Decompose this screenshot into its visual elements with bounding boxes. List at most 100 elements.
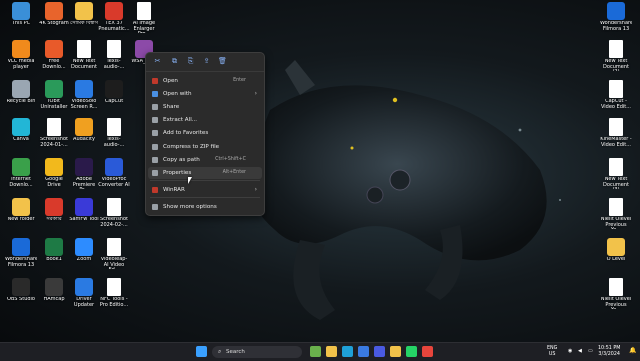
notification-icon[interactable]: 🔔 — [629, 348, 636, 354]
desktop-icon[interactable]: সরকারি — [38, 198, 70, 223]
zoom-icon — [75, 238, 93, 256]
whatsapp-icon[interactable] — [406, 346, 417, 357]
desktop-icon[interactable]: IObit Uninstaller — [38, 80, 70, 110]
desktop-icon[interactable]: VideoSolo Screen R... — [68, 80, 100, 110]
desktop-icon[interactable]: Google Drive — [38, 158, 70, 188]
desktop-icon[interactable]: CapCut - Video Edit... — [600, 80, 632, 110]
desktop-icon[interactable]: SamFw Tool — [68, 198, 100, 223]
menu-item-extract-all[interactable]: Extract All... — [148, 114, 262, 126]
desktop-icon[interactable]: সৌমিক বিশ্বাস — [68, 2, 100, 27]
menu-item-add-to-favorites[interactable]: Add to Favorites — [148, 127, 262, 139]
menu-item-label: Show more options — [163, 204, 217, 210]
menu-item-share[interactable]: Share — [148, 101, 262, 113]
document-icon — [107, 118, 121, 136]
desktop-icon[interactable]: CapCut — [98, 80, 130, 105]
desktop-icon[interactable]: AI Image Enlarger Pro... — [128, 2, 160, 33]
share-icon[interactable]: ⇪ — [202, 57, 211, 66]
menu-item-properties[interactable]: Properties Alt+Enter — [148, 167, 262, 179]
desktop-icon[interactable]: O Level — [600, 238, 632, 263]
desktop-icon[interactable]: New Text Document (3) — [600, 158, 632, 189]
desktop-icon[interactable]: Canva — [5, 118, 37, 143]
widgets-icon[interactable] — [310, 346, 321, 357]
desktop-icon[interactable]: Driver Updater — [68, 278, 100, 308]
file-explorer-icon[interactable] — [326, 346, 337, 357]
desktop-icon[interactable]: VideoProc Converter AI — [98, 158, 130, 188]
menu-item-shortcut: Ctrl+Shift+C — [215, 157, 246, 162]
desktop-icon[interactable]: lexis-audio-... — [98, 40, 130, 70]
document-icon — [609, 158, 623, 176]
menu-item-winrar[interactable]: WinRAR › — [148, 184, 262, 196]
volume-icon[interactable]: ◀ — [578, 348, 582, 355]
battery-icon[interactable]: ▭ — [588, 348, 593, 355]
desktop-icon[interactable]: Internet Downlo... — [5, 158, 37, 188]
clock-time: 10:51 PM — [598, 346, 621, 351]
search-box[interactable]: ⌕ Search — [212, 346, 302, 358]
folder-icon — [12, 198, 30, 216]
desktop-icon[interactable]: Zoom — [68, 238, 100, 263]
clock[interactable]: 10:51 PM 3/3/2024 — [598, 346, 620, 357]
edge-icon[interactable] — [342, 346, 353, 357]
files-icon[interactable] — [390, 346, 401, 357]
desktop-icon[interactable]: NFC Tools - Pro Editio... — [98, 278, 130, 308]
excel-icon — [45, 238, 63, 256]
desktop-icon[interactable]: VLC media player — [5, 40, 37, 70]
menu-item-compress-to-zip-file[interactable]: Compress to ZIP file — [148, 141, 262, 153]
mail-icon[interactable] — [358, 346, 369, 357]
menu-item-open-with[interactable]: Open with › — [148, 88, 262, 100]
desktop-icon[interactable]: New Text Document (2) — [600, 40, 632, 71]
chevron-right-icon: › — [254, 90, 257, 97]
desktop-icon[interactable]: KineMaster - Video Edit... — [600, 118, 632, 148]
desktop-icon-label: lexis-audio-... — [103, 137, 125, 148]
desktop-icon[interactable]: Screenshot 2024-02-... — [98, 198, 130, 228]
chrome-icon[interactable] — [422, 346, 433, 357]
language-bottom: US — [548, 351, 556, 357]
desktop-icon-label: সরকারি — [46, 217, 62, 222]
desktop-icon[interactable]: NielIt Olevel Previous Ye... — [600, 278, 632, 309]
desktop-icon-label: AI Image Enlarger Pro... — [132, 21, 156, 33]
menu-item-open[interactable]: Open Enter — [148, 75, 262, 87]
rename-icon[interactable]: ⎘ — [186, 57, 195, 66]
desktop-icon[interactable]: Free Downlo... — [38, 40, 70, 70]
menu-item-label: Copy as path — [163, 157, 200, 163]
share-icon — [152, 104, 158, 110]
desktop-icon[interactable]: Wondershare Filmora 13 — [5, 238, 37, 268]
desktop-icon[interactable]: Videoleap- AI Video Ed... — [98, 238, 130, 269]
zip-icon — [152, 144, 158, 150]
document-icon — [137, 2, 151, 20]
menu-item-label: Open — [163, 78, 178, 84]
taskbar: ⌕ Search ENG US ◉ ◀ ▭ 10:51 PM 3/3/2024 … — [0, 342, 640, 361]
desktop-icon-label: O Level — [606, 257, 626, 262]
menu-item-copy-as-path[interactable]: Copy as path Ctrl+Shift+C — [148, 154, 262, 166]
context-menu: ✂ ⧉ ⎘ ⇪ 🗑 Open Enter Open with › Share Extrac… — [145, 52, 265, 216]
desktop-icon[interactable]: Adobe Premiere Pr... — [68, 158, 100, 189]
desktop-icon[interactable]: Book1 — [38, 238, 70, 263]
star-icon — [152, 130, 158, 136]
wifi-icon[interactable]: ◉ — [568, 348, 572, 355]
desktop-icon[interactable]: TEX 37 Pneumatic... — [98, 2, 130, 32]
desktop-icon[interactable]: lexis-audio-... — [98, 118, 130, 148]
videoproc-icon — [105, 158, 123, 176]
desktop-icon[interactable]: Screenshot 2024-01-... — [38, 118, 70, 148]
cut-icon[interactable]: ✂ — [153, 57, 162, 66]
language-indicator[interactable]: ENG US — [547, 346, 557, 357]
store-icon[interactable] — [374, 346, 385, 357]
desktop-icon[interactable]: NielIt Olevel Previous Ye... — [600, 198, 632, 229]
desktop-icon[interactable]: This PC — [5, 2, 37, 27]
desktop-icon[interactable]: Recycle Bin — [5, 80, 37, 105]
desktop-icon[interactable]: 4K Stogram — [38, 2, 70, 27]
desktop-icon[interactable]: Audacity — [68, 118, 100, 143]
desktop-icon[interactable]: Wondershare Filmora 13 — [600, 2, 632, 32]
document-icon — [609, 40, 623, 58]
pdf-icon — [105, 2, 123, 20]
delete-icon[interactable]: 🗑 — [218, 57, 227, 66]
desktop-icon[interactable]: New folder — [5, 198, 37, 223]
start-icon[interactable] — [196, 346, 207, 357]
desktop-icon[interactable]: HAmcap — [38, 278, 70, 303]
videosolo-icon — [75, 80, 93, 98]
desktop-icon-label: Free Downlo... — [42, 59, 66, 70]
desktop-icon[interactable]: OBS Studio — [5, 278, 37, 303]
desktop-icon[interactable]: New Text Document — [68, 40, 100, 70]
copy-icon[interactable]: ⧉ — [170, 57, 179, 66]
desktop-icon-label: Driver Updater — [73, 297, 95, 308]
menu-item-show-more-options[interactable]: Show more options — [148, 201, 262, 213]
